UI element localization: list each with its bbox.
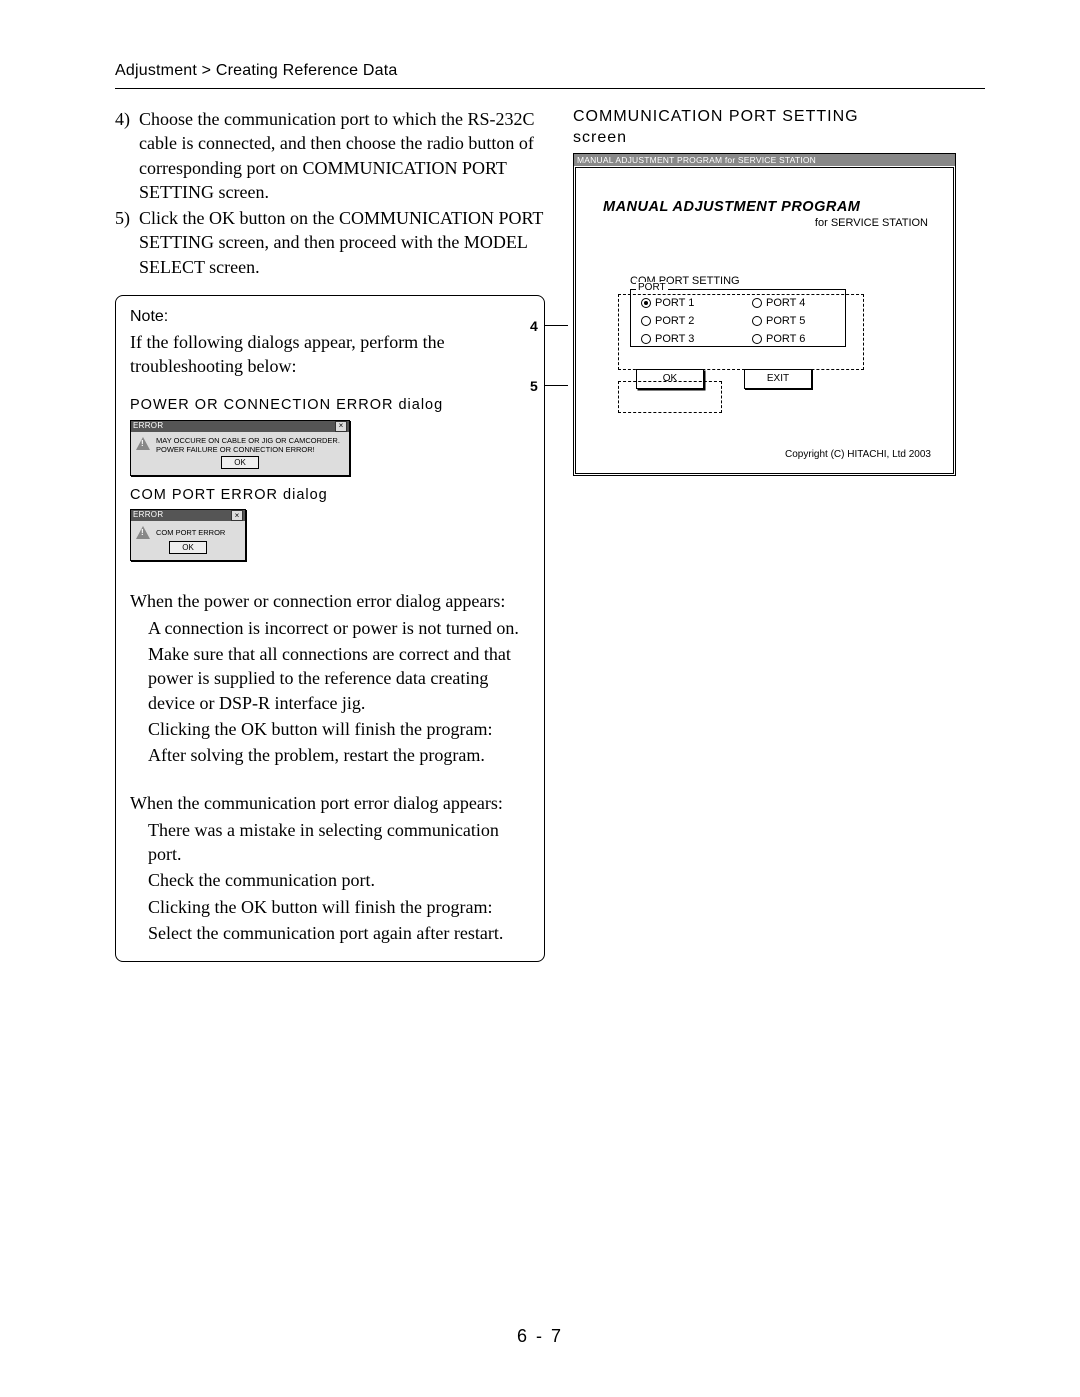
comport-setting-label: COM PORT SETTING — [576, 229, 953, 289]
callout-leader — [544, 325, 568, 326]
close-icon[interactable]: × — [231, 510, 243, 521]
power-error-dialog: ERROR × MAY OCCURE ON CABLE OR JIG OR CA… — [130, 420, 350, 476]
ok-button[interactable]: OK — [169, 541, 207, 554]
step-number: 5) — [115, 206, 139, 279]
breadcrumb: Adjustment > Creating Reference Data — [115, 62, 985, 80]
tb-power-heading: When the power or connection error dialo… — [130, 589, 532, 613]
step-4: 4) Choose the communication port to whic… — [115, 107, 545, 204]
callout-number: 4 — [530, 318, 538, 334]
warning-icon — [136, 526, 150, 539]
note-label: Note: — [130, 306, 532, 328]
tb-line: Check the communication port. — [148, 868, 532, 892]
app-titlebar: MANUAL ADJUSTMENT PROGRAM for SERVICE ST… — [574, 154, 955, 166]
ok-button[interactable]: OK — [221, 456, 259, 469]
callout-number: 5 — [530, 378, 538, 394]
dialog-title: ERROR — [133, 421, 163, 432]
app-heading: MANUAL ADJUSTMENT PROGRAM — [576, 168, 953, 215]
screenshot-label: COMMUNICATION PORT SETTING screen — [573, 107, 983, 149]
exit-button[interactable]: EXIT — [744, 369, 812, 389]
copyright: Copyright (C) HITACHI, Ltd 2003 — [785, 449, 931, 460]
step-text: Choose the communication port to which t… — [139, 107, 545, 204]
note-intro: If the following dialogs appear, perform… — [130, 330, 532, 379]
app-subheading: for SERVICE STATION — [576, 215, 953, 229]
tb-comport-heading: When the communication port error dialog… — [130, 791, 532, 815]
tb-line: There was a mistake in selecting communi… — [148, 818, 532, 867]
callout-box-4 — [618, 294, 864, 370]
close-icon[interactable]: × — [335, 421, 347, 432]
callout-leader — [544, 385, 568, 386]
callout-5: 5 — [530, 378, 568, 394]
dialog-titlebar: ERROR × — [131, 510, 245, 521]
dialog-message: MAY OCCURE ON CABLE OR JIG OR CAMCORDER. — [156, 436, 340, 445]
dialog-message: POWER FAILURE OR CONNECTION ERROR! — [156, 445, 340, 454]
callout-4: 4 — [530, 318, 568, 334]
page-number: 6 - 7 — [0, 1326, 1080, 1347]
tb-line: Make sure that all connections are corre… — [148, 642, 532, 715]
comport-error-dialog: ERROR × COM PORT ERROR OK — [130, 509, 246, 561]
step-list: 4) Choose the communication port to whic… — [115, 107, 545, 279]
tb-line: Select the communication port again afte… — [148, 921, 532, 945]
dialog-titlebar: ERROR × — [131, 421, 349, 432]
comport-error-dialog-label: COM PORT ERROR dialog — [130, 486, 532, 506]
dialog-title: ERROR — [133, 510, 163, 521]
note-box: Note: If the following dialogs appear, p… — [115, 295, 545, 962]
tb-line: Clicking the OK button will finish the p… — [148, 717, 532, 741]
app-window: MANUAL ADJUSTMENT PROGRAM for SERVICE ST… — [573, 153, 956, 476]
dialog-message: COM PORT ERROR — [156, 525, 225, 539]
tb-line: A connection is incorrect or power is no… — [148, 616, 532, 640]
port-legend: PORT — [636, 282, 668, 293]
step-text: Click the OK button on the COMMUNICATION… — [139, 206, 545, 279]
warning-icon — [136, 437, 150, 450]
step-5: 5) Click the OK button on the COMMUNICAT… — [115, 206, 545, 279]
tb-line: Clicking the OK button will finish the p… — [148, 895, 532, 919]
power-error-dialog-label: POWER OR CONNECTION ERROR dialog — [130, 396, 532, 416]
step-number: 4) — [115, 107, 139, 204]
tb-line: After solving the problem, restart the p… — [148, 743, 532, 767]
divider — [115, 88, 985, 89]
callout-box-5 — [618, 381, 722, 413]
